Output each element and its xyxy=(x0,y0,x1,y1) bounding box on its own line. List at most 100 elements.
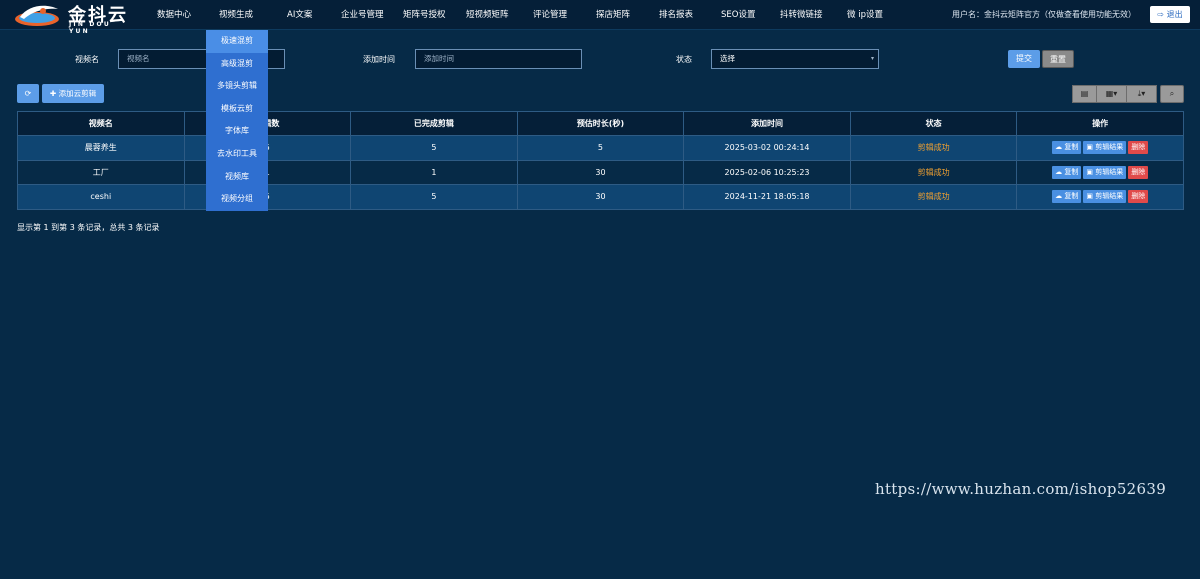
copy-button[interactable]: ☁ 复制 xyxy=(1052,141,1082,155)
nav-item-data-center[interactable]: 数据中心 xyxy=(157,0,191,30)
search-button[interactable]: ⌕ xyxy=(1160,85,1184,103)
dropdown-item-video-group[interactable]: 视频分组 xyxy=(206,188,268,211)
copy-label: 复制 xyxy=(1064,167,1079,176)
cell-status: 剪辑成功 xyxy=(849,135,1018,161)
add-time-label: 添加时间 xyxy=(363,55,395,64)
cell-duration: 5 xyxy=(516,135,685,161)
delete-button[interactable]: 删除 xyxy=(1128,165,1149,179)
add-cloud-edit-label: 添加云剪辑 xyxy=(58,89,97,98)
logout-label: 退出 xyxy=(1166,10,1183,19)
result-button[interactable]: ▣ 剪辑结果 xyxy=(1083,141,1127,155)
chevron-down-icon: ▾ xyxy=(870,55,874,62)
nav-item-comments[interactable]: 评论管理 xyxy=(533,0,567,30)
table-row[interactable]: ceshi 5 5 30 2024-11-21 18:05:18 剪辑成功 ☁ … xyxy=(17,184,1184,210)
user-info: 用户名：金抖云矩阵官方（仅做查看使用功能无效） xyxy=(952,10,1136,19)
cell-actions: ☁ 复制 ▣ 剪辑结果 删除 xyxy=(1016,159,1184,185)
clip-table: 视频名 剪辑数 已完成剪辑 预估时长(秒) 添加时间 状态 操作 晨蓉养生 5 … xyxy=(17,111,1184,210)
result-label: 剪辑结果 xyxy=(1095,143,1124,152)
table-row[interactable]: 晨蓉养生 5 5 5 2025-03-02 00:24:14 剪辑成功 ☁ 复制… xyxy=(17,135,1184,161)
brand-logo[interactable]: 金抖云 JIN DOU YUN xyxy=(14,1,132,35)
col-header-status[interactable]: 状态 xyxy=(849,111,1018,136)
grid-icon: ▦▾ xyxy=(1105,89,1118,98)
col-header-actions: 操作 xyxy=(1016,111,1184,136)
video-generate-dropdown: 极速混剪 高级混剪 多镜头剪辑 模板云剪 字体库 去水印工具 视频库 视频分组 xyxy=(206,30,268,211)
cell-add-time: 2024-11-21 18:05:18 xyxy=(683,184,851,210)
nav-item-ip-settings[interactable]: 微 ip设置 xyxy=(847,0,883,30)
video-name-label: 视频名 xyxy=(75,55,99,64)
cloud-icon: ☁ xyxy=(1055,143,1063,152)
delete-button[interactable]: 删除 xyxy=(1128,190,1149,204)
col-header-add-time[interactable]: 添加时间 xyxy=(683,111,851,136)
nav-item-video-generate[interactable]: 视频生成 xyxy=(219,0,253,30)
cell-done: 1 xyxy=(350,159,518,185)
cell-duration: 30 xyxy=(516,159,685,185)
columns-button[interactable]: ▦▾ xyxy=(1096,85,1127,103)
table-header-row: 视频名 剪辑数 已完成剪辑 预估时长(秒) 添加时间 状态 操作 xyxy=(17,111,1184,136)
refresh-icon: ⟳ xyxy=(24,89,32,98)
nav-item-ranking[interactable]: 排名报表 xyxy=(659,0,693,30)
cell-status: 剪辑成功 xyxy=(849,184,1018,210)
dropdown-item-watermark-remover[interactable]: 去水印工具 xyxy=(206,143,268,166)
logout-button[interactable]: ⇨ 退出 xyxy=(1150,6,1190,23)
dropdown-item-font-library[interactable]: 字体库 xyxy=(206,120,268,143)
dropdown-item-multi-camera[interactable]: 多镜头剪辑 xyxy=(206,75,268,98)
nav-item-store-matrix[interactable]: 探店矩阵 xyxy=(596,0,630,30)
result-button[interactable]: ▣ 剪辑结果 xyxy=(1083,165,1127,179)
cell-actions: ☁ 复制 ▣ 剪辑结果 删除 xyxy=(1016,135,1184,161)
cell-done: 5 xyxy=(350,135,518,161)
result-label: 剪辑结果 xyxy=(1095,192,1124,201)
nav-item-seo[interactable]: SEO设置 xyxy=(721,0,755,30)
result-icon: ▣ xyxy=(1086,192,1093,201)
add-time-input[interactable]: 添加时间 xyxy=(415,49,582,69)
cell-actions: ☁ 复制 ▣ 剪辑结果 删除 xyxy=(1016,184,1184,210)
col-header-duration[interactable]: 预估时长(秒) xyxy=(516,111,685,136)
cloud-icon: ☁ xyxy=(1055,167,1063,176)
dropdown-item-fast-mix[interactable]: 极速混剪 xyxy=(206,30,268,53)
download-icon: ⤓▾ xyxy=(1137,89,1146,98)
brand-name-en: JIN DOU YUN xyxy=(69,21,111,35)
status-label: 状态 xyxy=(676,55,692,64)
col-header-done[interactable]: 已完成剪辑 xyxy=(350,111,518,136)
result-label: 剪辑结果 xyxy=(1095,167,1124,176)
refresh-button[interactable]: ⟳ xyxy=(17,84,39,103)
copy-label: 复制 xyxy=(1064,143,1079,152)
cell-add-time: 2025-02-06 10:25:23 xyxy=(683,159,851,185)
list-icon: ▤ xyxy=(1080,89,1089,98)
dropdown-item-video-library[interactable]: 视频库 xyxy=(206,166,268,189)
copy-label: 复制 xyxy=(1064,192,1079,201)
delete-button[interactable]: 删除 xyxy=(1128,141,1149,155)
nav-item-ai-copy[interactable]: AI文案 xyxy=(287,0,312,30)
status-select[interactable]: 选择 ▾ xyxy=(711,49,879,69)
cell-video-name: ceshi xyxy=(17,184,185,210)
nav-item-matrix-auth[interactable]: 矩阵号授权 xyxy=(403,0,446,30)
reset-button[interactable]: 重置 xyxy=(1042,50,1074,68)
plus-icon: ✚ xyxy=(49,89,57,98)
status-select-value: 选择 xyxy=(720,54,735,63)
dropdown-item-template-cloud[interactable]: 模板云剪 xyxy=(206,98,268,121)
nav-item-short-video-matrix[interactable]: 短视频矩阵 xyxy=(466,0,509,30)
logo-mark-icon xyxy=(15,5,59,26)
watermark-text: https://www.huzhan.com/ishop52639 xyxy=(875,480,1167,498)
nav-item-wechat-link[interactable]: 抖转微链接 xyxy=(780,0,823,30)
col-header-video-name[interactable]: 视频名 xyxy=(17,111,185,136)
submit-button[interactable]: 提交 xyxy=(1008,50,1040,68)
copy-button[interactable]: ☁ 复制 xyxy=(1052,190,1082,204)
export-button[interactable]: ⤓▾ xyxy=(1126,85,1157,103)
result-icon: ▣ xyxy=(1086,167,1093,176)
logout-icon: ⇨ xyxy=(1157,10,1165,19)
dropdown-item-advanced-mix[interactable]: 高级混剪 xyxy=(206,53,268,76)
cell-status: 剪辑成功 xyxy=(849,159,1018,185)
result-button[interactable]: ▣ 剪辑结果 xyxy=(1083,190,1127,204)
copy-button[interactable]: ☁ 复制 xyxy=(1052,165,1082,179)
cell-done: 5 xyxy=(350,184,518,210)
top-navbar: 金抖云 JIN DOU YUN 数据中心 视频生成 AI文案 企业号管理 矩阵号… xyxy=(0,0,1200,35)
search-icon: ⌕ xyxy=(1169,89,1175,98)
toggle-view-button[interactable]: ▤ xyxy=(1072,85,1097,103)
cell-add-time: 2025-03-02 00:24:14 xyxy=(683,135,851,161)
table-row[interactable]: 工厂 1 1 30 2025-02-06 10:25:23 剪辑成功 ☁ 复制▣… xyxy=(17,159,1184,185)
cell-duration: 30 xyxy=(516,184,685,210)
add-cloud-edit-button[interactable]: ✚ 添加云剪辑 xyxy=(42,84,104,103)
cell-video-name: 晨蓉养生 xyxy=(17,135,185,161)
nav-item-enterprise[interactable]: 企业号管理 xyxy=(341,0,384,30)
cloud-icon: ☁ xyxy=(1055,192,1063,201)
